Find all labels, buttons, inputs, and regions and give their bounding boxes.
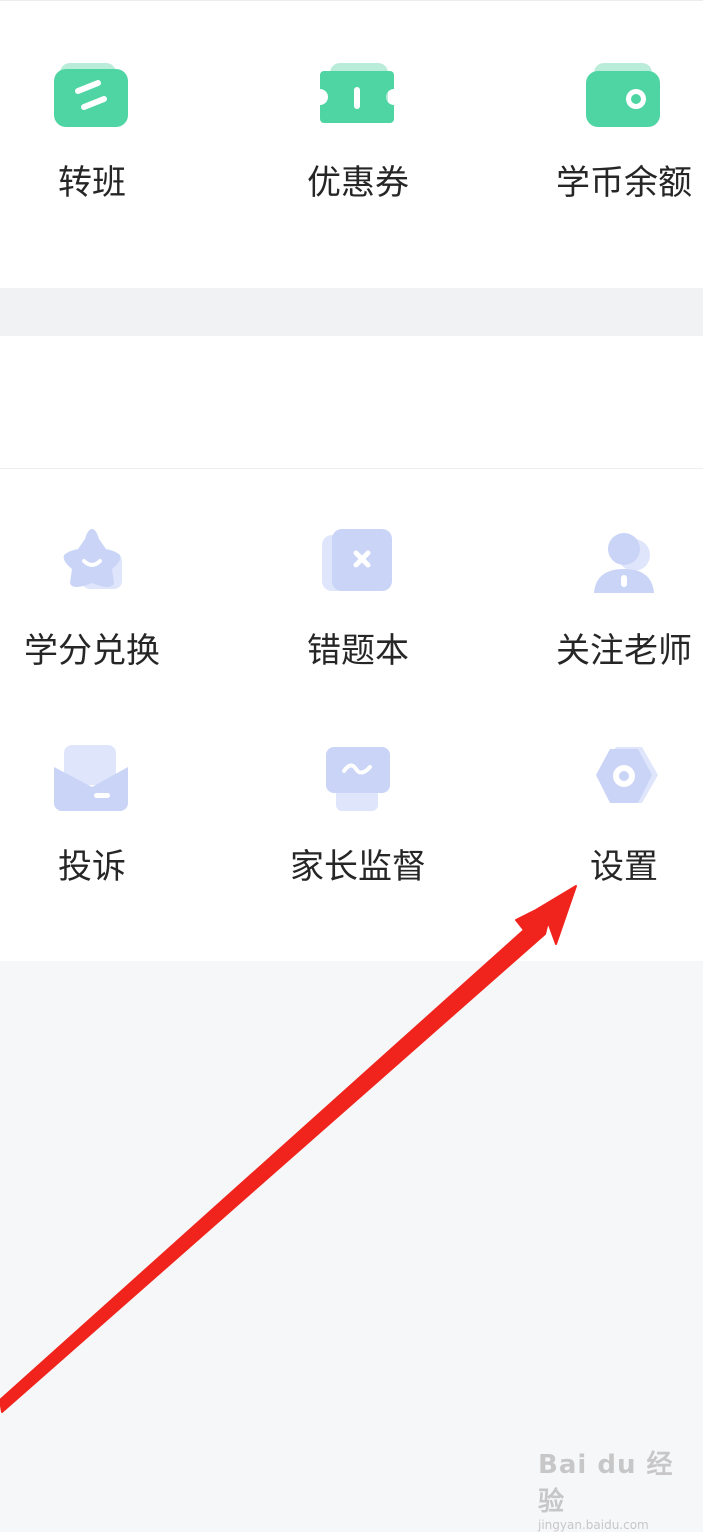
wallet-label: 学币余额 [556, 163, 692, 203]
parent-supervision-label: 家长监督 [290, 847, 426, 887]
coupon-label: 优惠券 [307, 163, 409, 203]
envelope-icon [54, 745, 128, 811]
coupon-item[interactable]: 优惠券 [258, 57, 458, 203]
credit-exchange-item[interactable]: 学分兑换 [0, 525, 192, 671]
wrong-questions-item[interactable]: 错题本 [258, 525, 458, 671]
star-icon [63, 529, 122, 589]
complaint-label: 投诉 [58, 847, 126, 887]
transfer-class-item[interactable]: 转班 [0, 57, 192, 203]
wrong-questions-label: 错题本 [307, 631, 409, 671]
follow-teacher-item[interactable]: 关注老师 [524, 525, 703, 671]
settings-gear-icon [596, 747, 658, 803]
coupon-icon [320, 63, 394, 123]
watermark-url: jingyan.baidu.com [538, 1518, 649, 1532]
credit-exchange-label: 学分兑换 [24, 631, 160, 671]
wallet-icon [586, 63, 660, 127]
monitor-icon [326, 747, 390, 811]
teacher-icon [594, 533, 654, 593]
section-divider [0, 288, 703, 336]
watermark-brand: Bai du 经验 [538, 1450, 674, 1517]
settings-item[interactable]: 设置 [524, 741, 703, 887]
wrong-questions-icon [322, 529, 392, 591]
wallet-item[interactable]: 学币余额 [524, 57, 703, 203]
settings-label: 设置 [590, 847, 658, 887]
empty-section [0, 336, 703, 468]
transfer-class-label: 转班 [58, 163, 126, 203]
transfer-class-icon [54, 63, 128, 127]
complaint-item[interactable]: 投诉 [0, 741, 192, 887]
baidu-watermark: Bai du 经验 jingyan.baidu.com [538, 1444, 678, 1532]
follow-teacher-label: 关注老师 [556, 631, 692, 671]
parent-supervision-item[interactable]: 家长监督 [258, 741, 458, 887]
more-services-card: 学分兑换 错题本 关注老师 投诉 家长监督 设置 [0, 468, 703, 961]
top-services-card: 转班 优惠券 学币余额 [0, 0, 703, 289]
